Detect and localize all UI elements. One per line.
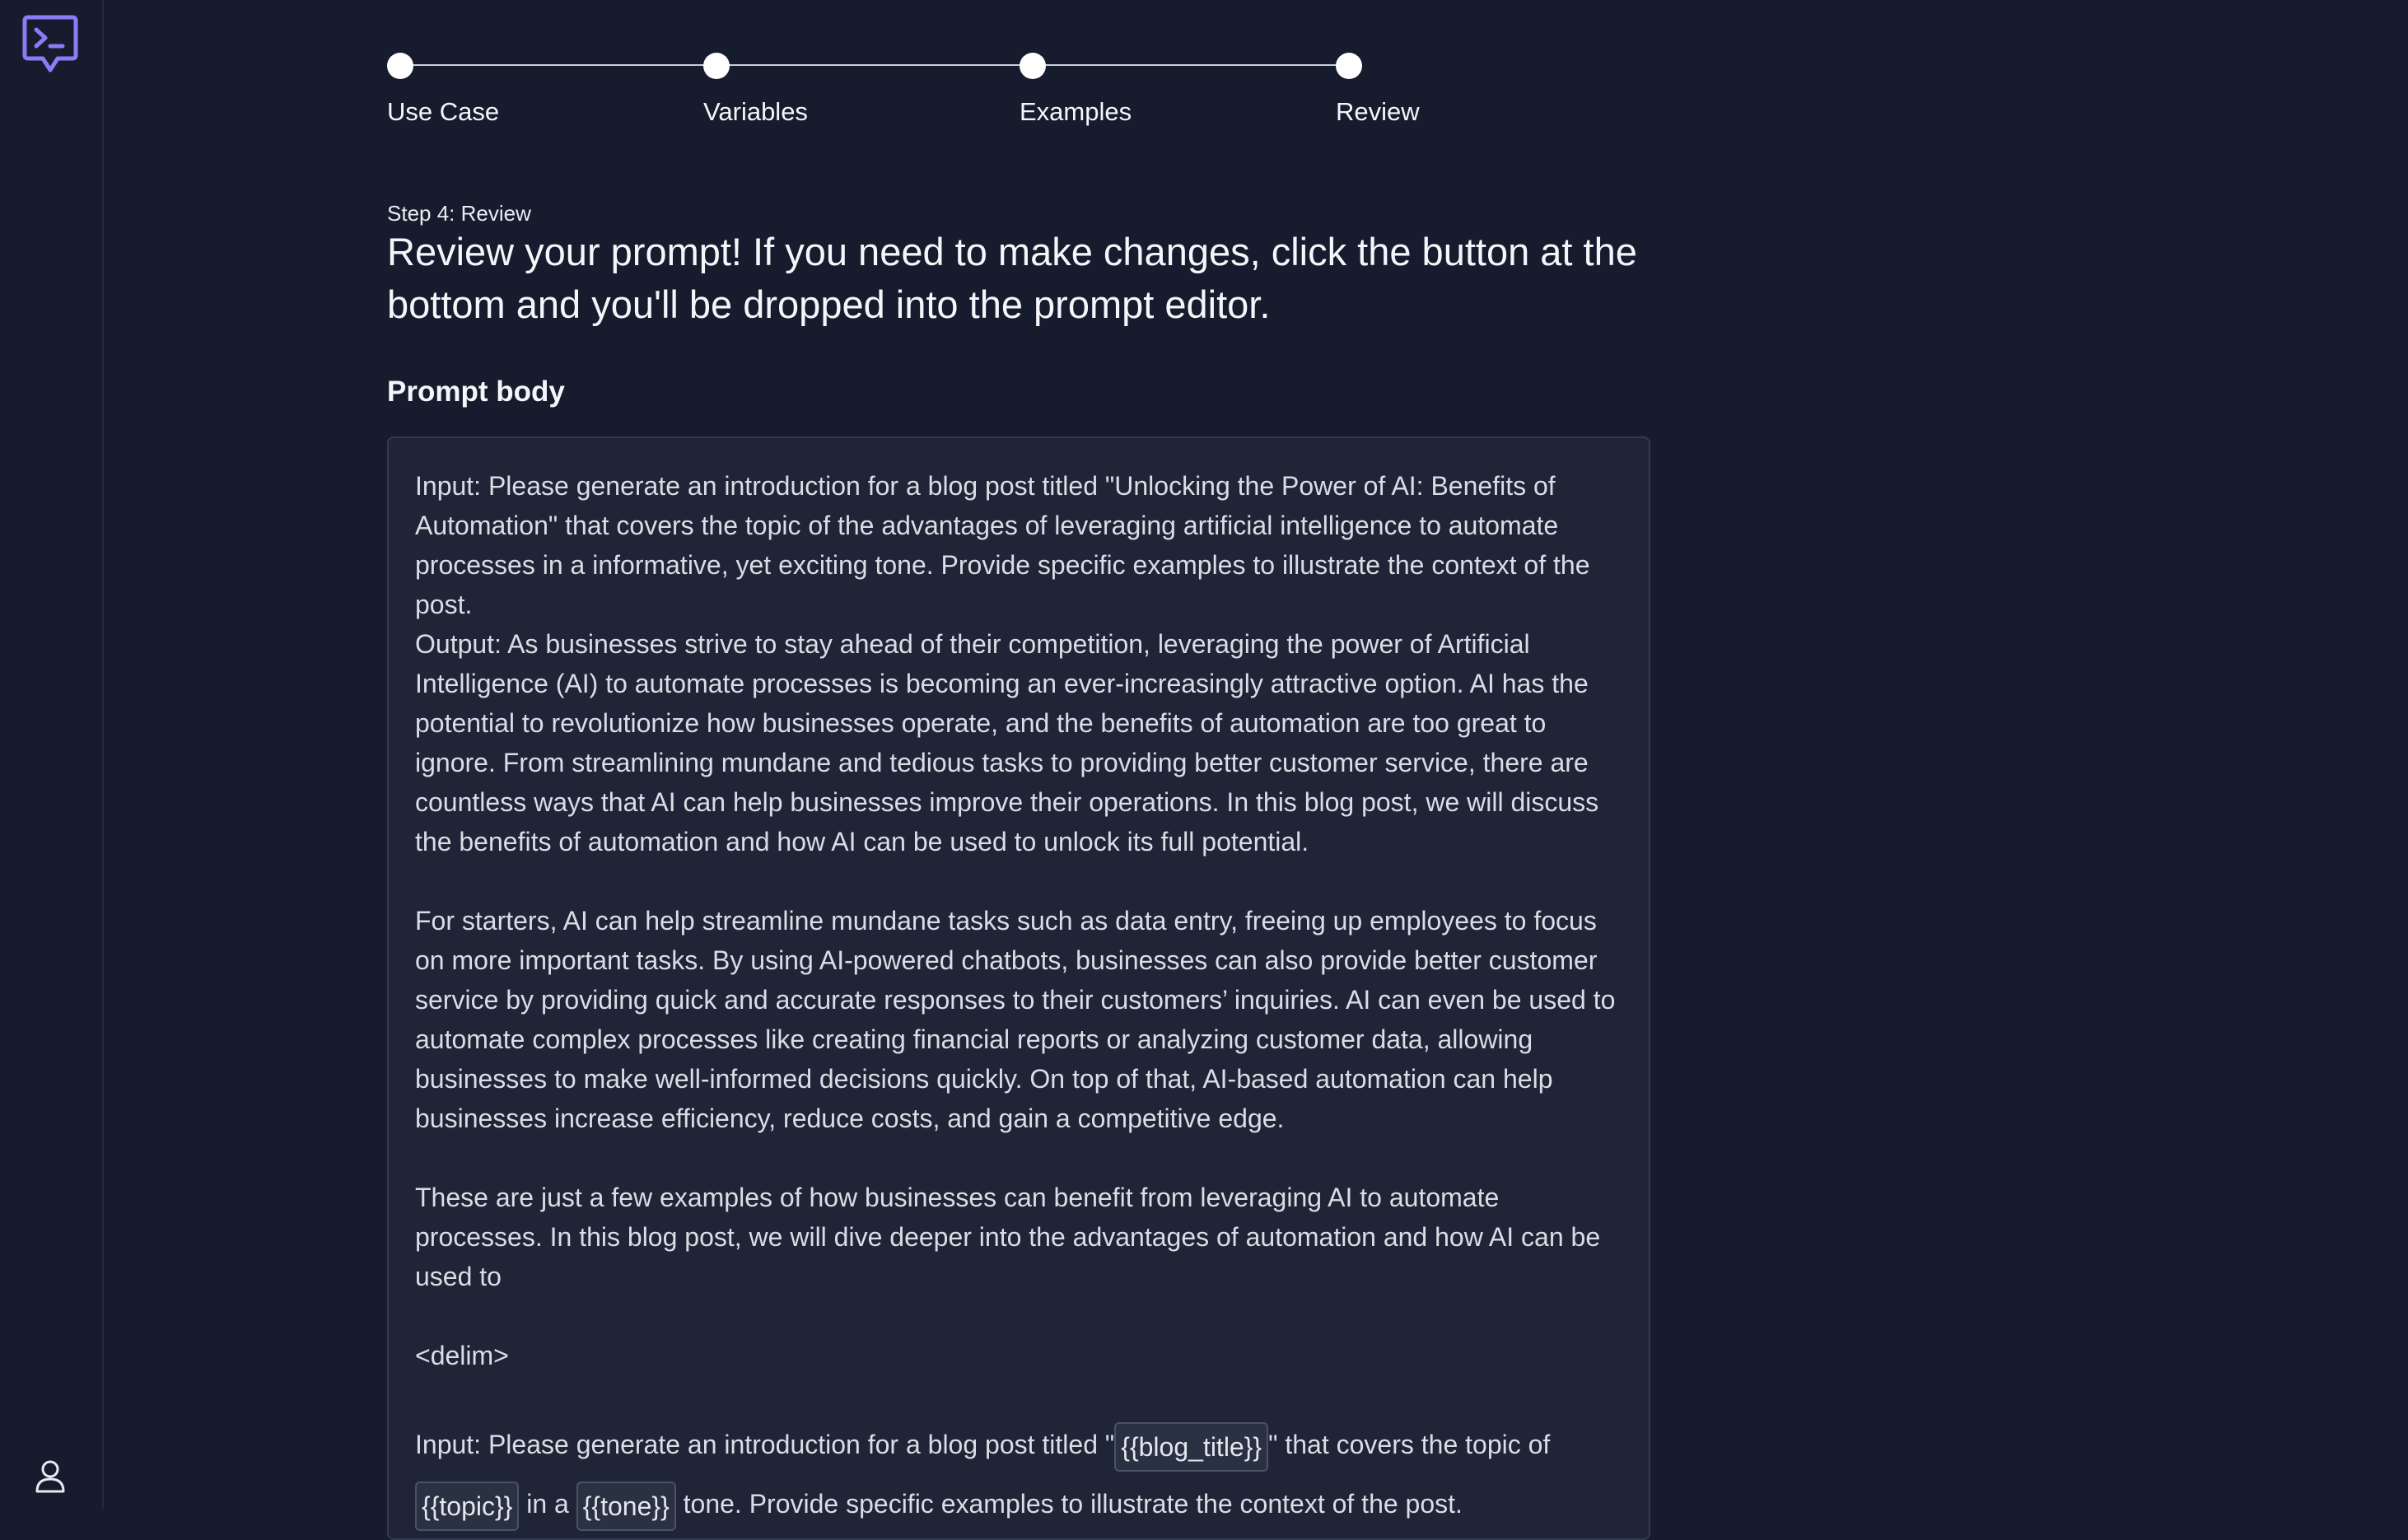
chat-terminal-icon[interactable] (21, 13, 79, 74)
template-text: in a (519, 1489, 576, 1519)
prompt-paragraph: For starters, AI can help streamline mun… (415, 906, 1623, 1133)
step-connector (1033, 64, 1349, 66)
step-progress: Use Case Variables Examples Review (387, 25, 1458, 132)
step-label-review[interactable]: Review (1336, 97, 1420, 127)
step-dot-variables[interactable] (703, 53, 730, 79)
prompt-paragraph: Output: As businesses strive to stay ahe… (415, 629, 1607, 856)
template-text: " that covers the topic of (1268, 1430, 1558, 1459)
prompt-body-heading: Prompt body (387, 376, 565, 408)
step-dot-use-case[interactable] (387, 53, 413, 79)
step-dot-review[interactable] (1336, 53, 1362, 79)
prompt-paragraph: These are just a few examples of how bus… (415, 1183, 1608, 1291)
step-dot-examples[interactable] (1020, 53, 1046, 79)
prompt-paragraph: Input: Please generate an introduction f… (415, 471, 1598, 619)
page-title: Review your prompt! If you need to make … (387, 230, 1637, 326)
template-text: tone. Provide specific examples to illus… (675, 1489, 1463, 1519)
step-indicator: Step 4: Review (387, 201, 531, 226)
variable-chip-topic[interactable]: {{topic}} (415, 1481, 520, 1531)
step-connector (716, 64, 1033, 66)
step-label-use-case[interactable]: Use Case (387, 97, 499, 127)
variable-chip-blog-title[interactable]: {{blog_title}} (1114, 1421, 1269, 1472)
sidebar (0, 0, 104, 1509)
variable-chip-tone[interactable]: {{tone}} (576, 1481, 676, 1531)
step-label-variables[interactable]: Variables (703, 97, 808, 127)
prompt-body-editor[interactable]: Input: Please generate an introduction f… (387, 436, 1650, 1540)
template-text: Input: Please generate an introduction f… (415, 1430, 1115, 1459)
step-connector (400, 64, 716, 66)
user-icon[interactable] (35, 1459, 66, 1494)
template-paragraph: Input: Please generate an introduction f… (415, 1415, 1624, 1533)
step-label-examples[interactable]: Examples (1020, 97, 1132, 127)
delimiter-text: <delim> (415, 1341, 509, 1370)
